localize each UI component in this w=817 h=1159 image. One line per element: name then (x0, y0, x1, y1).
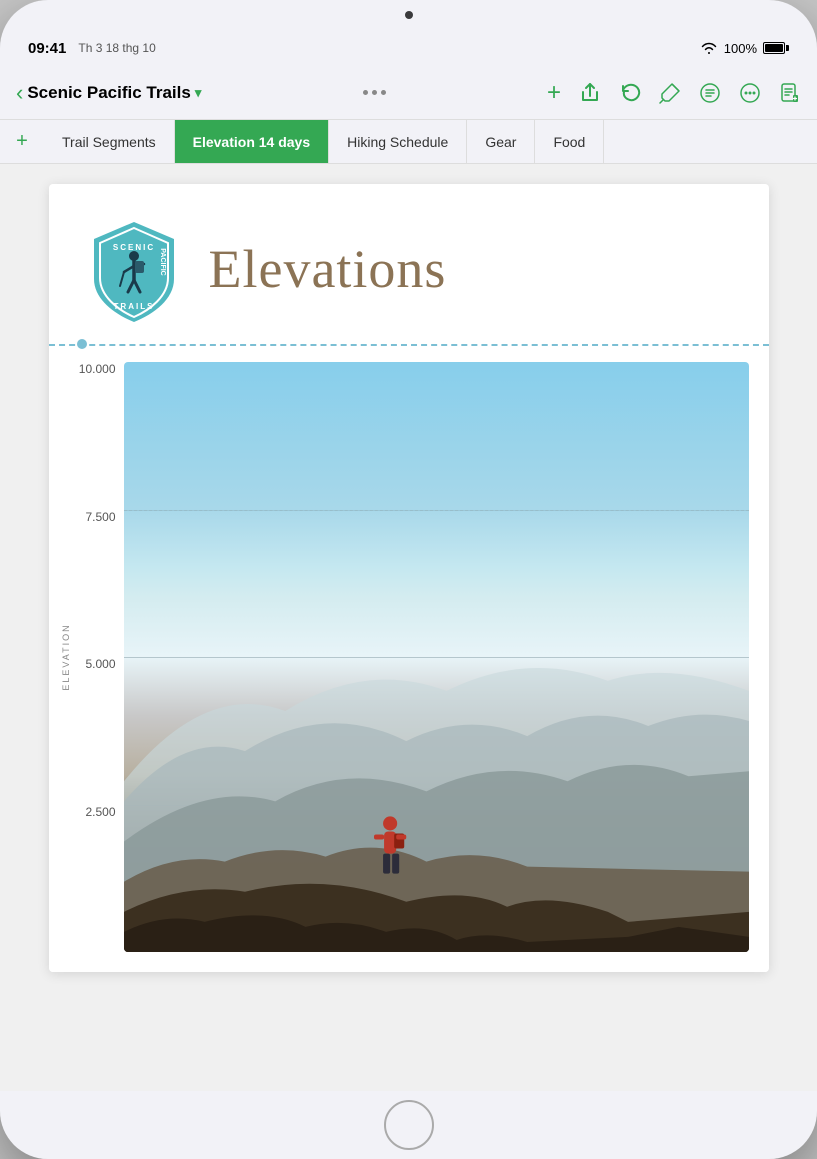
device: 09:41 Th 3 18 thg 10 100% ‹ Scen (0, 0, 817, 1159)
y-axis-labels: 10.000 7.500 5.000 2.500 (69, 362, 124, 952)
page-header: SCENIC PACIFIC TRAILS Elevations (49, 184, 769, 346)
nav-dots-center (201, 90, 547, 95)
chart-container: ELEVATION 10.000 7.500 5.000 2.500 (49, 346, 769, 972)
status-bar: 09:41 Th 3 18 thg 10 100% (0, 30, 817, 66)
nav-dot-1 (363, 90, 368, 95)
nav-bar: ‹ Scenic Pacific Trails ▾ + (0, 66, 817, 120)
svg-text:SCENIC: SCENIC (112, 243, 154, 252)
nav-dot-3 (381, 90, 386, 95)
dashed-dot (77, 339, 87, 349)
tab-add-button[interactable]: + (0, 130, 44, 153)
mountain-scene (124, 362, 749, 952)
wifi-icon (700, 41, 718, 55)
status-date: Th 3 18 thg 10 (78, 41, 155, 55)
status-time: 09:41 (28, 40, 66, 57)
tab-trail-segments[interactable]: Trail Segments (44, 120, 175, 163)
chart-wrap: ELEVATION 10.000 7.500 5.000 2.500 (69, 362, 749, 952)
device-top-bar (0, 0, 817, 30)
page-card: SCENIC PACIFIC TRAILS Elevations (49, 184, 769, 972)
undo-button[interactable] (619, 82, 641, 104)
tab-hiking-schedule[interactable]: Hiking Schedule (329, 120, 467, 163)
format-button[interactable] (699, 82, 721, 104)
chart-image (124, 362, 749, 952)
nav-title-text: Scenic Pacific Trails (27, 83, 190, 103)
annotation-button[interactable] (659, 82, 681, 104)
chart-y-axis: ELEVATION 10.000 7.500 5.000 2.500 (69, 362, 124, 952)
nav-actions: + (547, 79, 801, 107)
status-right: 100% (700, 41, 789, 56)
main-content: SCENIC PACIFIC TRAILS Elevations (0, 164, 817, 1091)
y-label-2500: 2.500 (85, 805, 115, 819)
share-button[interactable] (579, 82, 601, 104)
page-title: Elevations (209, 238, 447, 300)
y-label-7500: 7.500 (85, 510, 115, 524)
svg-text:TRAILS: TRAILS (113, 302, 154, 311)
tab-elevation-14-days[interactable]: Elevation 14 days (175, 120, 330, 163)
add-button[interactable]: + (547, 79, 561, 107)
y-axis-title: ELEVATION (61, 623, 71, 690)
tab-gear[interactable]: Gear (467, 120, 535, 163)
nav-title: Scenic Pacific Trails ▾ (27, 83, 201, 103)
camera-dot (405, 11, 413, 19)
spreadsheet-area[interactable]: SCENIC PACIFIC TRAILS Elevations (0, 164, 817, 1091)
y-label-10000: 10.000 (79, 362, 116, 376)
logo-badge: SCENIC PACIFIC TRAILS (79, 214, 189, 324)
battery-percent: 100% (724, 41, 757, 56)
bottom-bar (0, 1091, 817, 1159)
tabs-bar: + Trail Segments Elevation 14 days Hikin… (0, 120, 817, 164)
document-button[interactable] (779, 82, 801, 104)
back-button[interactable]: ‹ (16, 80, 23, 106)
y-label-5000: 5.000 (85, 657, 115, 671)
home-button[interactable] (384, 1100, 434, 1150)
more-button[interactable] (739, 82, 761, 104)
battery-icon (763, 42, 789, 54)
nav-dot-2 (372, 90, 377, 95)
tab-food[interactable]: Food (535, 120, 604, 163)
svg-text:PACIFIC: PACIFIC (159, 248, 166, 275)
